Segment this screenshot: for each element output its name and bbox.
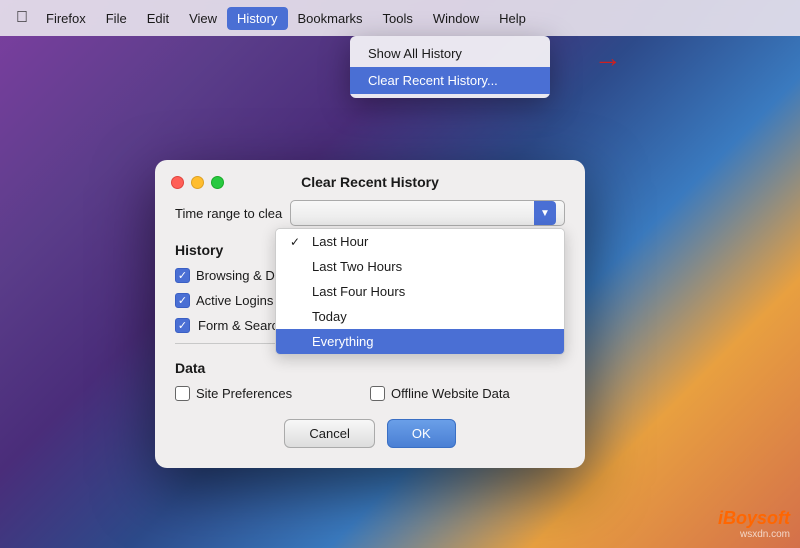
traffic-lights bbox=[171, 176, 224, 189]
menu-window[interactable]: Window bbox=[423, 7, 489, 30]
watermark-sub: wsxdn.com bbox=[718, 529, 790, 540]
menu-edit[interactable]: Edit bbox=[137, 7, 179, 30]
cancel-button[interactable]: Cancel bbox=[284, 419, 374, 448]
menu-tools[interactable]: Tools bbox=[373, 7, 423, 30]
active-logins-label: Active Logins bbox=[196, 293, 273, 308]
site-prefs-label: Site Preferences bbox=[196, 386, 292, 401]
check-icon: ✓ bbox=[290, 235, 304, 249]
option-last-four-hours[interactable]: Last Four Hours bbox=[276, 279, 564, 304]
data-checkboxes-row: Site Preferences Offline Website Data bbox=[175, 386, 565, 401]
clear-recent-history-item[interactable]: Clear Recent History... bbox=[350, 67, 550, 94]
option-label: Everything bbox=[312, 334, 373, 349]
option-label: Last Two Hours bbox=[312, 259, 402, 274]
site-prefs-group: Site Preferences bbox=[175, 386, 370, 401]
ok-button[interactable]: OK bbox=[387, 419, 456, 448]
menu-file[interactable]: File bbox=[96, 7, 137, 30]
menubar:  Firefox File Edit View History Bookmar… bbox=[0, 0, 800, 36]
option-last-two-hours[interactable]: Last Two Hours bbox=[276, 254, 564, 279]
dialog-buttons: Cancel OK bbox=[155, 419, 585, 448]
brand-text: iBoysoft bbox=[718, 508, 790, 529]
active-logins-checkbox[interactable]: ✓ bbox=[175, 293, 190, 308]
browsing-checkbox[interactable]: ✓ bbox=[175, 268, 190, 283]
offline-data-checkbox[interactable] bbox=[370, 386, 385, 401]
minimize-button[interactable] bbox=[191, 176, 204, 189]
menu-history[interactable]: History bbox=[227, 7, 287, 30]
site-prefs-checkbox[interactable] bbox=[175, 386, 190, 401]
time-range-options: ✓ Last Hour Last Two Hours Last Four Hou… bbox=[275, 228, 565, 355]
menu-view[interactable]: View bbox=[179, 7, 227, 30]
option-label: Today bbox=[312, 309, 347, 324]
menu-help[interactable]: Help bbox=[489, 7, 536, 30]
red-arrow-indicator: ← bbox=[594, 42, 622, 74]
apple-menu[interactable]:  bbox=[8, 5, 36, 31]
dialog-titlebar: Clear Recent History bbox=[155, 160, 585, 200]
form-search-checkbox[interactable]: ✓ bbox=[175, 318, 190, 333]
option-today[interactable]: Today bbox=[276, 304, 564, 329]
clear-history-dialog: Clear Recent History Time range to clea … bbox=[155, 160, 585, 468]
watermark: iBoysoft wsxdn.com bbox=[718, 508, 790, 540]
time-range-dropdown[interactable]: ▼ bbox=[290, 200, 565, 226]
option-label: Last Hour bbox=[312, 234, 368, 249]
option-everything[interactable]: Everything bbox=[276, 329, 564, 354]
show-all-history-item[interactable]: Show All History bbox=[350, 40, 550, 67]
time-range-label: Time range to clea bbox=[175, 206, 282, 221]
maximize-button[interactable] bbox=[211, 176, 224, 189]
option-last-hour[interactable]: ✓ Last Hour bbox=[276, 229, 564, 254]
dialog-body: Time range to clea ▼ ✓ Last Hour Last Tw… bbox=[155, 200, 585, 401]
offline-data-group: Offline Website Data bbox=[370, 386, 565, 401]
offline-data-label: Offline Website Data bbox=[391, 386, 510, 401]
option-label: Last Four Hours bbox=[312, 284, 405, 299]
dialog-title: Clear Recent History bbox=[171, 174, 569, 190]
dropdown-arrow-icon[interactable]: ▼ bbox=[534, 201, 556, 225]
browsing-label: Browsing & D bbox=[196, 268, 275, 283]
time-range-row: Time range to clea ▼ ✓ Last Hour Last Tw… bbox=[175, 200, 565, 226]
close-button[interactable] bbox=[171, 176, 184, 189]
history-dropdown-menu: Show All History Clear Recent History... bbox=[350, 36, 550, 98]
menu-firefox[interactable]: Firefox bbox=[36, 7, 96, 30]
data-section-title: Data bbox=[175, 360, 565, 376]
menu-bookmarks[interactable]: Bookmarks bbox=[288, 7, 373, 30]
